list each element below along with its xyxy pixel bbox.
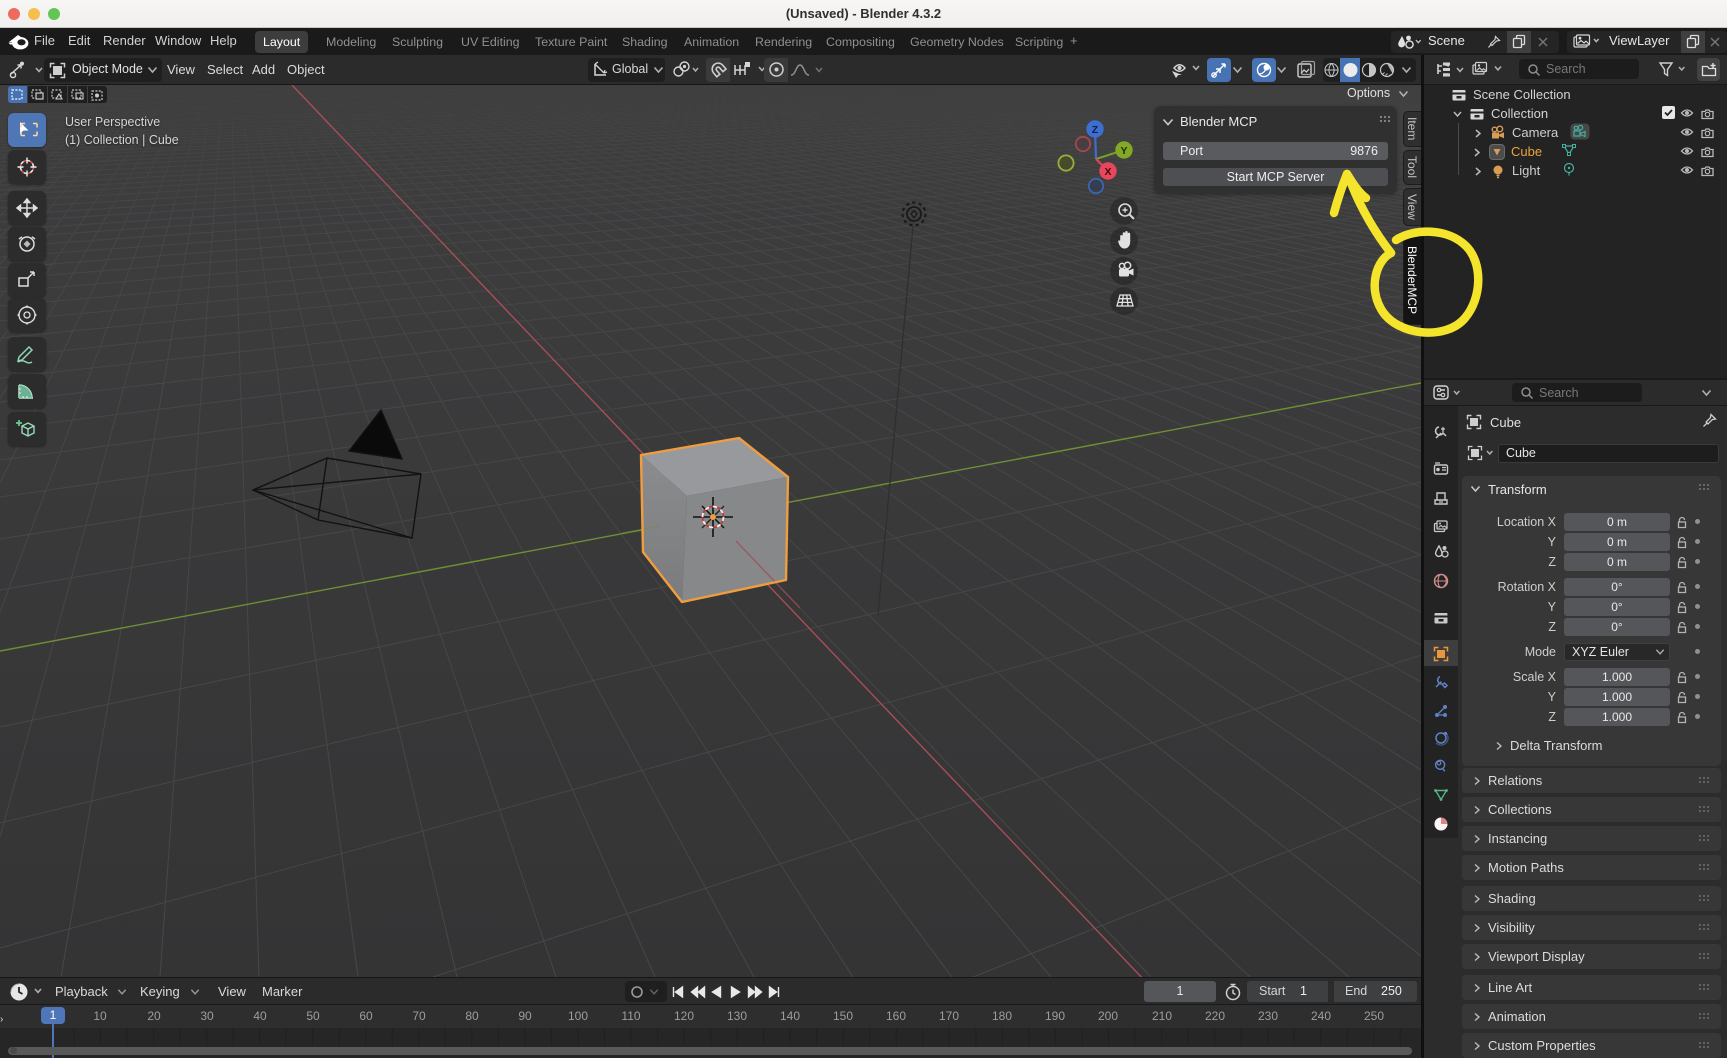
- svg-text:Y: Y: [1120, 145, 1127, 157]
- svg-text:Z: Z: [1092, 124, 1099, 136]
- svg-text:X: X: [1104, 166, 1111, 178]
